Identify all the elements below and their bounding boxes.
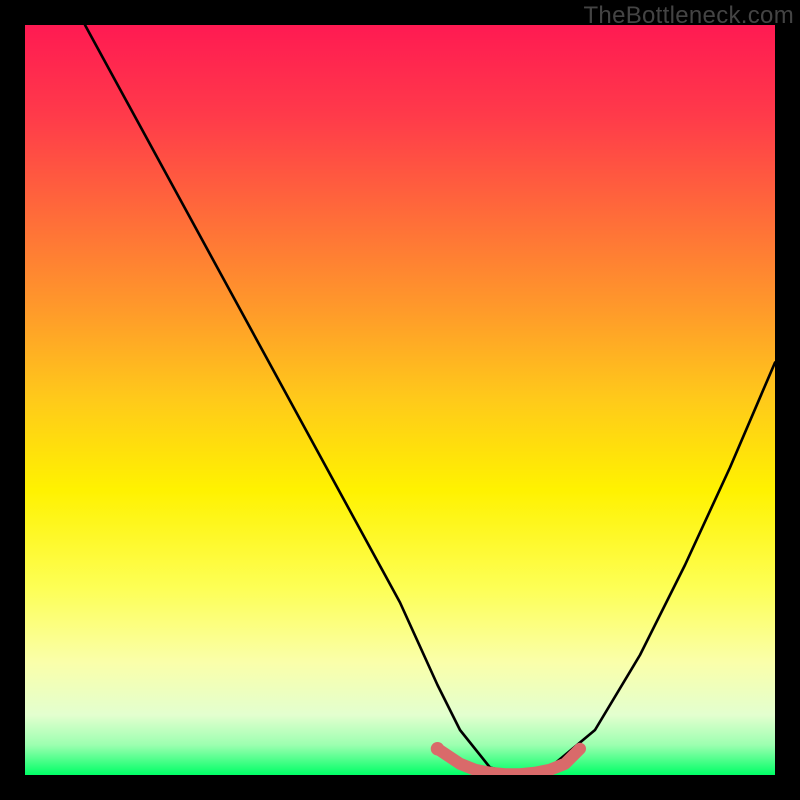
marker-dot (431, 742, 444, 756)
plot-area (25, 25, 775, 775)
marker-segment (438, 749, 581, 775)
curve-line (85, 25, 775, 775)
chart-svg (25, 25, 775, 775)
chart-container: TheBottleneck.com (0, 0, 800, 800)
